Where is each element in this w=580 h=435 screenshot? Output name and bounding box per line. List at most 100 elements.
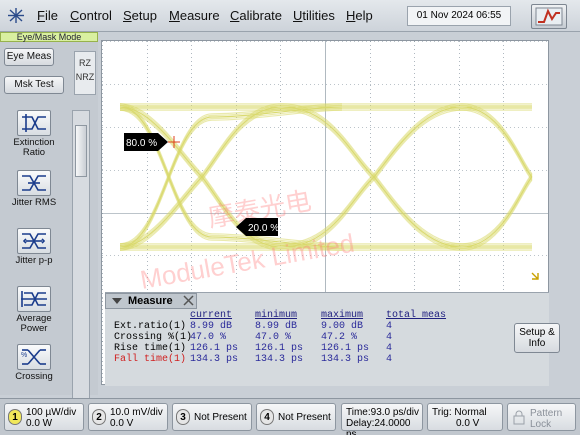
meas-name-fall-time: Fall time(1) <box>114 354 187 365</box>
current-rise-time: 126.1 ps <box>190 343 239 354</box>
marker-20-label: 20.0 % <box>248 223 279 234</box>
marker-80[interactable]: 80.0 % <box>124 133 180 151</box>
rz-label: RZ <box>79 58 91 68</box>
header-current: current <box>190 310 233 321</box>
channel-4-button[interactable]: 4 Not Present <box>256 403 336 431</box>
collapse-arrow-icon[interactable] <box>111 295 123 311</box>
average-power-tool[interactable]: Average Power <box>4 286 64 334</box>
total-crossing: 4 <box>386 332 393 343</box>
nrz-label: NRZ <box>75 72 95 82</box>
menu-setup[interactable]: Setup <box>123 8 157 23</box>
current-ext-ratio: 8.99 dB <box>190 321 233 332</box>
current-crossing: 47.0 % <box>190 332 227 343</box>
crossing-percentage-tool[interactable]: % Crossing Percentage <box>4 344 64 382</box>
extinction-ratio-icon <box>17 110 51 136</box>
jitter-rms-tool[interactable]: Jitter RMS <box>4 170 64 208</box>
measure-panel: Measure Ext.ratio(1) Crossing %(1) Rise … <box>105 292 560 386</box>
eye-trace-segment <box>461 106 533 178</box>
eye-diagram-trace <box>119 103 533 251</box>
timebase-text: Time:93.0 ps/div Delay:24.0000 ns <box>346 407 422 435</box>
svg-text:%: % <box>21 352 27 359</box>
channel-2-button[interactable]: 2 10.0 mV/div 0.0 V <box>88 403 168 431</box>
maximum-ext-ratio: 9.00 dB <box>321 321 364 332</box>
meas-name-ext-ratio: Ext.ratio(1) <box>114 321 187 332</box>
setup-info-button[interactable]: Setup & Info <box>514 323 560 353</box>
channel-4-status: Not Present <box>278 412 331 423</box>
menu-calibrate[interactable]: Calibrate <box>230 8 282 23</box>
header-minimum: minimum <box>255 310 298 321</box>
jitter-rms-label: Jitter RMS <box>11 197 57 208</box>
minimum-rise-time: 126.1 ps <box>255 343 304 354</box>
trigger-button[interactable]: Trig: Normal 0.0 V <box>427 403 503 431</box>
close-measure-icon[interactable] <box>182 294 195 311</box>
channel-3-badge: 3 <box>176 409 190 425</box>
eye-trace-segment <box>461 174 533 246</box>
run-stop-button[interactable] <box>531 4 567 29</box>
eye-trace-segment <box>461 176 533 248</box>
channel-2-scale-value: 10.0 mV/div <box>110 407 163 418</box>
maximum-fall-time: 134.3 ps <box>321 354 370 365</box>
jitter-pp-label: Jitter p-p <box>15 255 53 266</box>
extinction-ratio-tool[interactable]: Extinction Ratio <box>4 110 64 158</box>
agilent-logo-icon <box>8 8 24 23</box>
toolbar-scrollbar[interactable] <box>72 110 90 426</box>
trigger-text: Trig: Normal 0.0 V <box>432 407 487 429</box>
time-per-div: Time:93.0 ps/div <box>346 407 419 418</box>
channel-1-badge: 1 <box>8 409 22 425</box>
eye-meas-button[interactable]: Eye Meas <box>4 48 54 66</box>
crossing-percentage-icon: % <box>17 344 51 370</box>
pattern-lock-button[interactable]: Pattern Lock <box>507 403 576 431</box>
maximum-rise-time: 126.1 ps <box>321 343 370 354</box>
eye-mask-mode-label: Eye/Mask Mode <box>0 32 98 42</box>
average-power-icon <box>17 286 51 312</box>
total-ext-ratio: 4 <box>386 321 393 332</box>
total-fall-time: 4 <box>386 354 393 365</box>
measure-tab[interactable]: Measure <box>105 293 197 309</box>
current-column: current 8.99 dB 47.0 % 126.1 ps 134.3 ps <box>190 310 238 365</box>
maximum-crossing: 47.2 % <box>321 332 358 343</box>
menu-bar: File Control Setup Measure Calibrate Uti… <box>0 0 580 32</box>
current-fall-time: 134.3 ps <box>190 354 239 365</box>
timebase-button[interactable]: Time:93.0 ps/div Delay:24.0000 ns <box>341 403 423 435</box>
menu-control[interactable]: Control <box>70 8 112 23</box>
measure-tab-label: Measure <box>128 295 173 307</box>
lock-icon <box>513 410 525 428</box>
total-meas-column: total meas 4 4 4 4 <box>386 310 446 365</box>
channel-2-scale: 10.0 mV/div 0.0 V <box>110 407 163 429</box>
channel-3-button[interactable]: 3 Not Present <box>172 403 252 431</box>
channel-1-scale: 100 µW/div 0.0 W <box>26 407 76 429</box>
meas-name-rise-time: Rise time(1) <box>114 343 187 354</box>
channel-1-button[interactable]: 1 100 µW/div 0.0 W <box>4 403 84 431</box>
jitter-pp-icon <box>17 228 51 254</box>
total-rise-time: 4 <box>386 343 393 354</box>
trigger-level: 0.0 V <box>456 418 480 429</box>
jitter-pp-tool[interactable]: Jitter p-p <box>4 228 64 266</box>
marker-80-label: 80.0 % <box>126 138 157 149</box>
extinction-ratio-label: Extinction Ratio <box>13 137 55 158</box>
menu-utilities[interactable]: Utilities <box>293 8 335 23</box>
eye-trace-segment <box>461 108 533 180</box>
minimum-fall-time: 134.3 ps <box>255 354 304 365</box>
rz-nrz-selector[interactable]: RZ NRZ <box>74 51 96 95</box>
date-time-display: 01 Nov 2024 06:55 <box>407 6 511 26</box>
header-total-meas: total meas <box>386 310 447 321</box>
scrollbar-thumb[interactable] <box>75 125 87 177</box>
channel-3-status: Not Present <box>194 412 247 423</box>
channel-2-badge: 2 <box>92 409 106 425</box>
minimum-column: minimum 8.99 dB 47.0 % 126.1 ps 134.3 ps <box>255 310 303 365</box>
waveform-run-icon <box>535 7 563 26</box>
channel-1-offset-value: 0.0 W <box>26 418 53 429</box>
measure-names-column: Ext.ratio(1) Crossing %(1) Rise time(1) … <box>114 321 192 365</box>
jitter-rms-icon <box>17 170 51 196</box>
crossing-percentage-label: Crossing Percentage <box>10 372 59 382</box>
channel-4-badge: 4 <box>260 409 274 425</box>
menu-measure[interactable]: Measure <box>169 8 220 23</box>
menu-help[interactable]: Help <box>346 8 373 23</box>
average-power-label: Average Power <box>16 313 52 334</box>
pattern-lock-label: Pattern Lock <box>530 408 563 430</box>
msk-test-button[interactable]: Msk Test <box>4 76 64 94</box>
channel-2-offset-value: 0.0 V <box>110 418 134 429</box>
menu-file[interactable]: File <box>37 8 58 23</box>
left-toolbar: Eye Meas Msk Test RZ NRZ Extinction Rati… <box>0 42 98 426</box>
eye-trace-segment <box>461 104 533 176</box>
